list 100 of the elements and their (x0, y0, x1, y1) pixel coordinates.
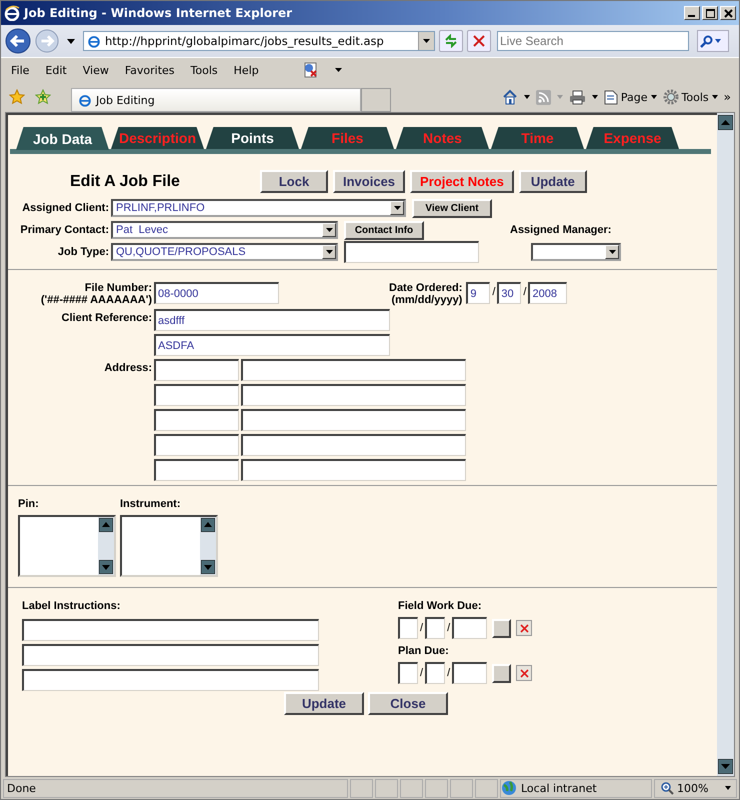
scroll-down-icon[interactable] (99, 560, 113, 574)
field-label: Field Work Due: (398, 600, 483, 612)
address-field[interactable] (154, 384, 239, 406)
calendar-button[interactable] (492, 618, 512, 638)
label-instruction-field[interactable] (22, 619, 319, 641)
print-icon[interactable] (568, 90, 586, 104)
maximize-button[interactable] (702, 6, 718, 20)
address-field[interactable] (241, 434, 466, 456)
scroll-up-icon[interactable] (718, 115, 733, 130)
action-button[interactable]: Invoices (333, 170, 406, 193)
security-zone: Local intranet (500, 778, 652, 798)
dropdown-arrow-icon (326, 228, 332, 232)
menu-item[interactable]: Edit (45, 64, 67, 76)
minimize-button[interactable] (684, 6, 700, 20)
address-field[interactable] (154, 434, 239, 456)
window-title: Job Editing - Windows Internet Explorer (24, 6, 294, 20)
menu-item[interactable]: File (11, 64, 30, 76)
view-client-button[interactable]: View Client (412, 198, 492, 218)
scroll-down-icon[interactable] (718, 759, 733, 774)
action-button[interactable]: Lock (260, 170, 328, 193)
status-text: Done (3, 778, 348, 798)
job-type-dropdown[interactable]: QU,QUOTE/PROPOSALS (111, 243, 338, 261)
address-field[interactable] (154, 459, 239, 481)
day-field[interactable] (425, 617, 446, 639)
month-field[interactable] (398, 662, 418, 684)
more-button[interactable]: » (724, 90, 731, 104)
manager-dropdown[interactable] (531, 243, 621, 261)
field-label: Instrument: (120, 498, 182, 510)
favorites-star-icon[interactable] (9, 89, 25, 105)
field-label: Assigned Client: (21, 202, 109, 214)
scrollbar[interactable] (717, 113, 734, 776)
dropdown-arrow-icon (423, 39, 430, 43)
search-field[interactable]: Live Search (497, 31, 689, 51)
clear-date-button[interactable] (516, 665, 532, 681)
label-instruction-field[interactable] (22, 669, 319, 691)
page-tab[interactable]: Points (206, 127, 299, 149)
back-button[interactable] (5, 28, 31, 54)
file-number-field[interactable]: 08-0000 (154, 282, 279, 304)
status-pane (375, 778, 398, 798)
contact-dropdown[interactable]: Pat Levec (111, 221, 338, 239)
year-field[interactable]: 2008 (528, 282, 568, 304)
address-field[interactable] (241, 359, 466, 381)
caret-icon (725, 786, 732, 790)
zoom-button[interactable]: 100% (654, 778, 737, 798)
stop-button[interactable] (467, 30, 491, 52)
action-button[interactable]: Update (518, 170, 587, 193)
history-caret-icon[interactable] (67, 38, 75, 44)
status-pane (450, 778, 473, 798)
year-field[interactable] (452, 662, 488, 684)
menu-item[interactable]: Favorites (124, 64, 175, 76)
calendar-button[interactable] (492, 664, 512, 682)
clear-date-button[interactable] (516, 620, 532, 636)
add-favorite-icon[interactable] (35, 89, 51, 105)
form-heading: Edit A Job File (70, 172, 181, 190)
input-field[interactable] (344, 241, 479, 263)
date-separator: / (522, 285, 528, 298)
month-field[interactable] (398, 617, 418, 639)
browser-tab[interactable]: Job Editing (71, 88, 361, 112)
page-menu-button[interactable]: Page (604, 90, 657, 104)
pdf-icon[interactable] (302, 62, 319, 78)
address-field[interactable] (154, 359, 239, 381)
menu-item[interactable]: Tools (190, 64, 218, 76)
address-field[interactable] (154, 409, 239, 431)
address-field[interactable] (241, 384, 466, 406)
refresh-icon (444, 34, 458, 48)
address-field[interactable] (241, 459, 466, 481)
search-button[interactable] (697, 30, 729, 52)
pin-listbox[interactable] (18, 515, 116, 577)
scroll-up-icon[interactable] (201, 518, 215, 532)
dropdown-arrow-icon (326, 250, 332, 254)
close-button[interactable] (720, 6, 736, 20)
contact-info-button[interactable]: Contact Info (344, 220, 424, 240)
scroll-down-icon[interactable] (201, 560, 215, 574)
refresh-button[interactable] (439, 30, 463, 52)
page-tab[interactable]: Job Data (16, 127, 109, 150)
caret-icon[interactable] (334, 68, 342, 72)
menu-item[interactable]: Help (234, 64, 259, 76)
client-dropdown[interactable]: PRLINF,PRLINFO (111, 199, 406, 217)
scroll-up-icon[interactable] (99, 518, 113, 532)
label-instruction-field[interactable] (22, 644, 319, 666)
address-field[interactable] (241, 409, 466, 431)
field-label: Plan Due: (398, 645, 450, 657)
home-icon[interactable] (502, 89, 518, 105)
day-field[interactable] (425, 662, 446, 684)
address-field[interactable]: http://hpprint/globalpimarc/jobs_results_edit.asp (83, 31, 435, 51)
day-field[interactable]: 30 (497, 282, 522, 304)
caret-icon[interactable] (524, 95, 530, 99)
field-label: Assigned Manager: (510, 224, 612, 236)
menu-item[interactable]: View (82, 64, 109, 76)
form-button[interactable]: Update (284, 692, 364, 715)
year-field[interactable] (452, 617, 488, 639)
client-reference-field[interactable]: ASDFA (154, 334, 390, 356)
format-hint: (mm/dd/yyyy) (391, 294, 462, 306)
close-icon (724, 8, 732, 18)
instrument-listbox[interactable] (120, 515, 218, 577)
month-field[interactable]: 9 (466, 282, 490, 304)
tools-menu-button[interactable]: Tools (662, 89, 718, 105)
client-reference-field[interactable]: asdfff (154, 309, 390, 331)
form-button[interactable]: Close (368, 692, 448, 715)
caret-icon[interactable] (592, 95, 598, 99)
